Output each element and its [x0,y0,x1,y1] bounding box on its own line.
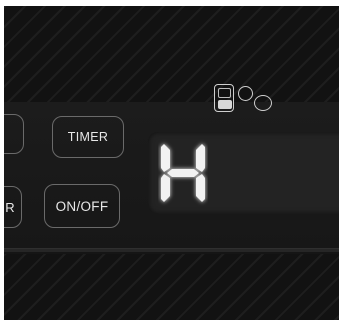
control-panel: TIMER R ON/OFF [4,6,339,320]
appliance-mode-icon [214,84,234,112]
partial-top-button[interactable] [4,114,24,154]
display-digit-h: H [161,144,205,202]
panel-divider [4,248,339,252]
status-indicators [214,82,294,122]
large-circle-icon [254,95,272,111]
seven-segment-display: H [148,132,339,214]
on-off-button[interactable]: ON/OFF [44,184,120,228]
hatched-bottom-surface [4,254,339,320]
partial-bottom-button[interactable]: R [4,186,22,228]
timer-button[interactable]: TIMER [52,116,124,158]
small-circle-icon [238,86,253,101]
